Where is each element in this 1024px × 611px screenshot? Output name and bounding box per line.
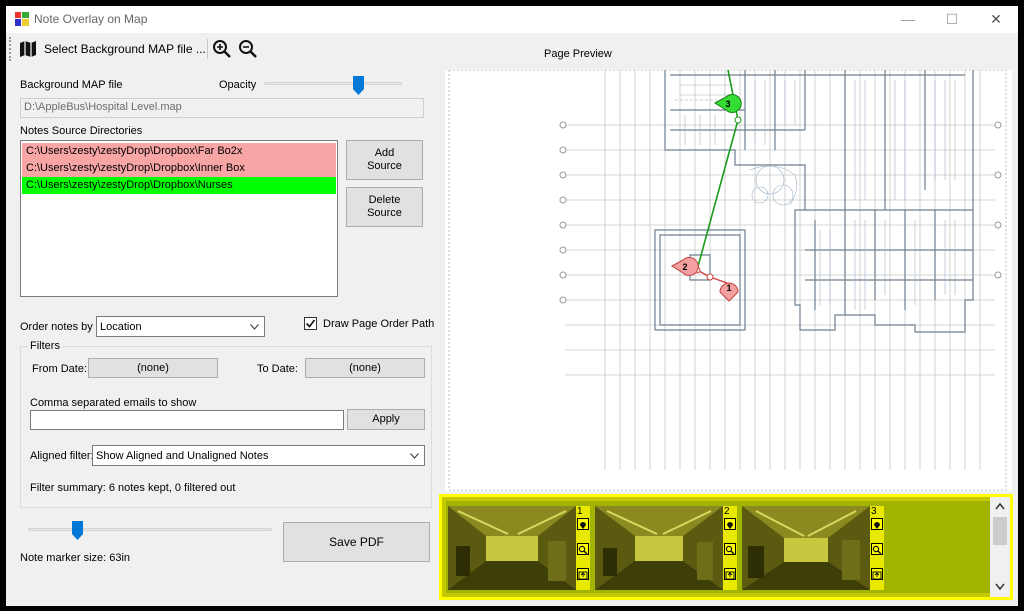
scrollbar-thumb[interactable] (993, 517, 1007, 545)
thumbnail-2-tools: 2 (723, 506, 737, 590)
aligned-filter-combo[interactable]: Show Aligned and Unaligned Notes (92, 445, 425, 466)
source-item[interactable]: C:\Users\zesty\zestyDrop\Dropbox\Inner B… (22, 160, 336, 177)
opacity-slider-thumb[interactable] (352, 76, 364, 95)
scroll-down-icon[interactable] (995, 583, 1005, 590)
zoom-in-icon (213, 40, 231, 58)
note-photo-2[interactable] (595, 506, 723, 590)
scroll-up-icon[interactable] (995, 503, 1005, 510)
select-map-label: Select Background MAP file ... (44, 42, 206, 56)
order-by-label: Order notes by (20, 321, 93, 333)
delete-source-label-1: Delete (368, 194, 401, 206)
thumbnail-1-number: 1 (577, 506, 583, 517)
from-date-label: From Date: (32, 363, 88, 375)
marker-size-label: Note marker size: 63in (20, 552, 131, 564)
page-preview-label: Page Preview (544, 48, 612, 60)
add-source-label-2: Source (367, 160, 402, 172)
map-path-field[interactable]: D:\AppleBus\Hospital Level.map (20, 98, 424, 118)
to-date-label: To Date: (257, 363, 298, 375)
note-marker-2-label: 2 (682, 262, 687, 272)
thumbnail-3-number: 3 (871, 506, 877, 517)
minimize-button[interactable]: — (886, 6, 930, 33)
aligned-filter-label: Aligned filter: (30, 450, 94, 462)
zoom-out-icon (239, 40, 257, 58)
thumbnail-2[interactable]: 2 (595, 506, 737, 590)
locate-pin-icon[interactable] (871, 518, 883, 530)
zoom-out-button[interactable] (238, 36, 258, 62)
note-photo-1[interactable] (448, 506, 576, 590)
filter-summary: Filter summary: 6 notes kept, 0 filtered… (30, 482, 236, 494)
open-note-icon[interactable] (577, 568, 589, 580)
title-bar: Note Overlay on Map — ☐ ✕ (6, 6, 1018, 33)
zoom-icon[interactable] (724, 543, 736, 555)
locate-pin-icon[interactable] (724, 518, 736, 530)
to-date-field[interactable]: (none) (305, 358, 425, 378)
app-icon (15, 12, 29, 26)
chevron-down-icon (410, 452, 419, 459)
app-window: Note Overlay on Map — ☐ ✕ Select Backgro… (6, 6, 1018, 606)
maximize-button[interactable]: ☐ (930, 6, 974, 33)
aligned-filter-value: Show Aligned and Unaligned Notes (96, 449, 269, 462)
note-marker-1-label: 1 (726, 283, 731, 293)
thumbnail-1-tools: 1 (576, 506, 590, 590)
add-source-button[interactable]: Add Source (346, 140, 423, 180)
marker-size-slider-thumb[interactable] (71, 521, 83, 540)
delete-source-label-2: Source (367, 207, 402, 219)
chevron-down-icon (250, 323, 259, 330)
notes-sources-list[interactable]: C:\Users\zesty\zestyDrop\Dropbox\Far Bo2… (20, 140, 338, 297)
floor-plan-map[interactable]: 3 2 1 (445, 70, 1012, 491)
draw-path-checkbox[interactable] (304, 317, 317, 330)
select-map-button[interactable]: Select Background MAP file ... (18, 36, 206, 62)
apply-button[interactable]: Apply (347, 409, 425, 430)
thumbnail-scrollbar[interactable] (990, 497, 1010, 597)
opacity-slider-track[interactable] (264, 82, 402, 85)
notes-sources-label: Notes Source Directories (20, 125, 143, 137)
zoom-in-button[interactable] (212, 36, 232, 62)
order-by-value: Location (100, 320, 142, 333)
draw-path-label: Draw Page Order Path (323, 318, 435, 330)
open-note-icon[interactable] (871, 568, 883, 580)
add-source-label-1: Add (374, 147, 395, 159)
zoom-icon[interactable] (871, 543, 883, 555)
source-item[interactable]: C:\Users\zesty\zestyDrop\Dropbox\Far Bo2… (22, 143, 336, 160)
open-note-icon[interactable] (724, 568, 736, 580)
filters-title: Filters (28, 340, 62, 352)
delete-source-button[interactable]: Delete Source (346, 187, 423, 227)
checkmark-icon (305, 319, 316, 328)
save-pdf-button[interactable]: Save PDF (283, 522, 430, 562)
thumbnail-1[interactable]: 1 (448, 506, 590, 590)
emails-input[interactable] (30, 410, 344, 430)
note-marker-3-label: 3 (725, 99, 730, 109)
thumbnail-3-tools: 3 (870, 506, 884, 590)
emails-label: Comma separated emails to show (30, 397, 197, 409)
thumbnail-strip: 1 2 3 (439, 494, 1013, 600)
from-date-field[interactable]: (none) (88, 358, 218, 378)
close-button[interactable]: ✕ (974, 6, 1018, 33)
locate-pin-icon[interactable] (577, 518, 589, 530)
toolbar: Select Background MAP file ... (6, 33, 1018, 65)
map-icon (20, 41, 36, 57)
opacity-label: Opacity (219, 79, 257, 91)
thumbnail-list: 1 2 3 (446, 501, 990, 593)
zoom-icon[interactable] (577, 543, 589, 555)
background-map-label: Background MAP file (20, 79, 123, 91)
note-photo-3[interactable] (742, 506, 870, 590)
source-item[interactable]: C:\Users\zesty\zestyDrop\Dropbox\Nurses (22, 177, 336, 194)
window-title: Note Overlay on Map (34, 12, 148, 26)
thumbnail-2-number: 2 (724, 506, 730, 517)
toolbar-separator (207, 39, 208, 59)
thumbnail-3[interactable]: 3 (742, 506, 884, 590)
toolbar-grip (9, 37, 12, 61)
map-preview[interactable]: 3 2 1 (445, 70, 1012, 491)
marker-size-slider-track[interactable] (28, 528, 272, 531)
order-by-combo[interactable]: Location (96, 316, 265, 337)
